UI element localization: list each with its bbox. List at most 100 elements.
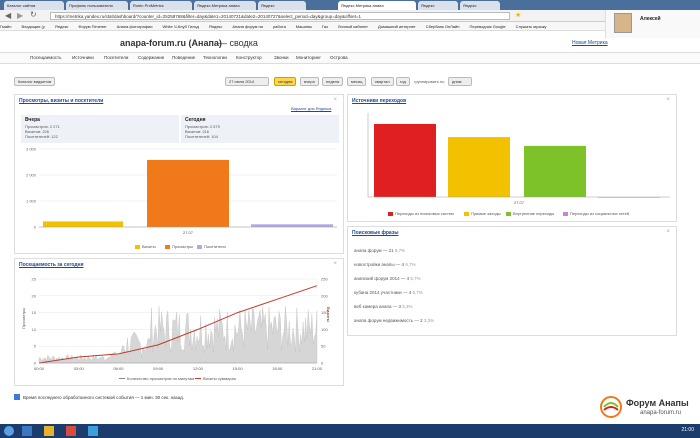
x-tick-label: 09:00: [153, 366, 164, 371]
start-button[interactable]: [4, 426, 14, 436]
bookmark[interactable]: Личный кабинет: [338, 24, 368, 29]
bookmarks-bar: Гмайл Входящие (у Яндекс Форум Печенег Анапа…: [0, 22, 700, 31]
yesterday-visitors: Посетителей: 122: [25, 134, 58, 139]
nav-item[interactable]: Посещаемость: [30, 55, 61, 60]
nav-item[interactable]: Поведение: [172, 55, 195, 60]
legend-swatch: [506, 212, 511, 216]
taskbar-app-icon[interactable]: [22, 426, 32, 436]
bookmark[interactable]: Машины: [296, 24, 312, 29]
close-icon[interactable]: ×: [666, 229, 670, 235]
phrase-pct: 3,3%: [423, 318, 435, 323]
legend-swatch: [197, 245, 202, 249]
watermark-brand: Форум Анапы: [626, 398, 689, 408]
profile-panel: Алексей: [605, 10, 700, 38]
bookmark[interactable]: Гмайл: [0, 24, 11, 29]
back-icon[interactable]: ◀: [5, 11, 11, 20]
nav-item[interactable]: Звонки: [274, 55, 289, 60]
period-week[interactable]: неделя: [322, 77, 344, 86]
bookmark[interactable]: Сбербанк ОнЛайн: [426, 24, 460, 29]
close-icon[interactable]: ×: [666, 97, 670, 103]
browser-tab[interactable]: Яндекс: [418, 1, 458, 10]
phrase-pct: 9,7%: [394, 248, 406, 253]
x-tick-label: 00:00: [34, 366, 45, 371]
legend-swatch: [195, 378, 201, 379]
browser-tab[interactable]: Rubin ProMetrics: [130, 1, 192, 10]
bookmark[interactable]: Яндекс: [209, 24, 222, 29]
close-icon[interactable]: ×: [333, 97, 337, 103]
x-tick-label: 03:00: [74, 366, 85, 371]
x-tick-label: 18:00: [272, 366, 283, 371]
close-icon[interactable]: ×: [333, 261, 337, 267]
widget-catalog-button[interactable]: Каталог виджетов: [14, 77, 56, 86]
new-metrika-link[interactable]: Новая Метрика: [572, 40, 608, 46]
browser-tab[interactable]: Яндекс.Метрика анапа: [194, 1, 256, 10]
y-right-tick-label: 150: [321, 310, 328, 315]
today-box: Сегодня Просмотров: 2 579 Визитов: 216 П…: [181, 115, 339, 143]
traffic-widget-title[interactable]: Посещаемость за сегодня: [19, 262, 84, 268]
bookmark[interactable]: Яндекс: [55, 24, 68, 29]
phrase-row[interactable]: веб камера анапа — 3 5,3%: [354, 304, 413, 309]
legend-label: Визиты суммарно: [203, 376, 237, 381]
variant-link[interactable]: Вариант для Яндекса: [291, 106, 331, 111]
bar-2: [251, 224, 333, 227]
date-picker[interactable]: 27 июля 2014: [225, 77, 269, 86]
bookmark[interactable]: Форум Печенег: [78, 24, 106, 29]
phrase-row[interactable]: анапа форум — 21 9,7%: [354, 248, 405, 253]
y-right-tick-label: 0: [321, 361, 324, 366]
taskbar-app-icon[interactable]: [88, 426, 98, 436]
bookmark[interactable]: Слушать музыку: [516, 24, 547, 29]
sources-widget-title[interactable]: Источники переходов: [352, 98, 406, 104]
period-year[interactable]: год: [396, 77, 410, 86]
avatar[interactable]: [614, 13, 632, 33]
browser-tab[interactable]: Профиль пользователя: [66, 1, 128, 10]
main-nav: Посещаемость Источники Посетители Содерж…: [0, 52, 700, 64]
y-left-tick-label: 25: [32, 277, 37, 282]
bookmark[interactable]: Входящие (у: [21, 24, 44, 29]
bookmark[interactable]: White Ч-Клуб Гильд: [163, 24, 199, 29]
address-input[interactable]: https://metrika.yandex.ru/stat/dashboard…: [50, 12, 510, 20]
legend-swatch: [165, 245, 170, 249]
bookmark[interactable]: работа: [273, 24, 286, 29]
bookmark[interactable]: Газ: [322, 24, 328, 29]
forward-icon[interactable]: ▶: [17, 11, 23, 20]
bookmark[interactable]: Анапа форум на: [232, 24, 263, 29]
phrase-row[interactable]: анапа форум недвижимость — 2 3,3%: [354, 318, 434, 323]
phrases-widget-title[interactable]: Поисковые фразы: [352, 230, 399, 236]
today-label: Сегодня: [185, 117, 206, 123]
period-month[interactable]: месяц: [347, 77, 367, 86]
nav-item[interactable]: Технологии: [203, 55, 227, 60]
url-bar: ◀ ▶ ↻ https://metrika.yandex.ru/stat/das…: [0, 10, 700, 22]
bookmark[interactable]: Переводчик Google: [469, 24, 505, 29]
y-tick-label: 0: [34, 225, 37, 230]
period-quarter[interactable]: квартал: [371, 77, 394, 86]
visits-widget-title[interactable]: Просмотры, визиты и посетители: [19, 98, 103, 104]
browser-tab[interactable]: Каталог сайтов: [4, 1, 64, 10]
star-icon[interactable]: ★: [515, 11, 521, 19]
forum-logo: [600, 396, 622, 418]
bookmark[interactable]: Домашний интернет: [378, 24, 416, 29]
legend-label: Прямые заходы: [471, 211, 501, 216]
reload-icon[interactable]: ↻: [30, 10, 37, 19]
browser-tab[interactable]: Яндекс: [460, 1, 500, 10]
taskbar-app-icon[interactable]: [66, 426, 76, 436]
period-yesterday[interactable]: вчера: [300, 77, 319, 86]
nav-item[interactable]: Мониторинг: [296, 55, 321, 60]
phrase-text: анапа форум недвижимость — 2: [354, 318, 423, 323]
browser-tab-active[interactable]: Яндекс.Метрика анапа: [338, 1, 416, 10]
nav-item[interactable]: Посетители: [104, 55, 128, 60]
nav-item[interactable]: Острова: [330, 55, 348, 60]
legend-swatch: [563, 212, 568, 216]
nav-item[interactable]: Источники: [72, 55, 94, 60]
nav-item[interactable]: Содержание: [138, 55, 164, 60]
group-select[interactable]: дням: [448, 77, 472, 86]
bookmark[interactable]: Анапа фотографии: [117, 24, 153, 29]
phrase-row[interactable]: анапский форум 2014 — 4 6,7%: [354, 276, 421, 281]
nav-item[interactable]: Конструктор: [236, 55, 262, 60]
y-right-tick-label: 250: [321, 277, 328, 282]
period-today[interactable]: сегодня: [274, 77, 297, 86]
phrase-row[interactable]: кубана 2014 участники — 4 6,7%: [354, 290, 423, 295]
taskbar-app-icon[interactable]: [44, 426, 54, 436]
phrase-row[interactable]: новостройки анапы — 4 6,7%: [354, 262, 416, 267]
bar-2: [524, 145, 586, 197]
browser-tab[interactable]: Яндекс: [258, 1, 306, 10]
